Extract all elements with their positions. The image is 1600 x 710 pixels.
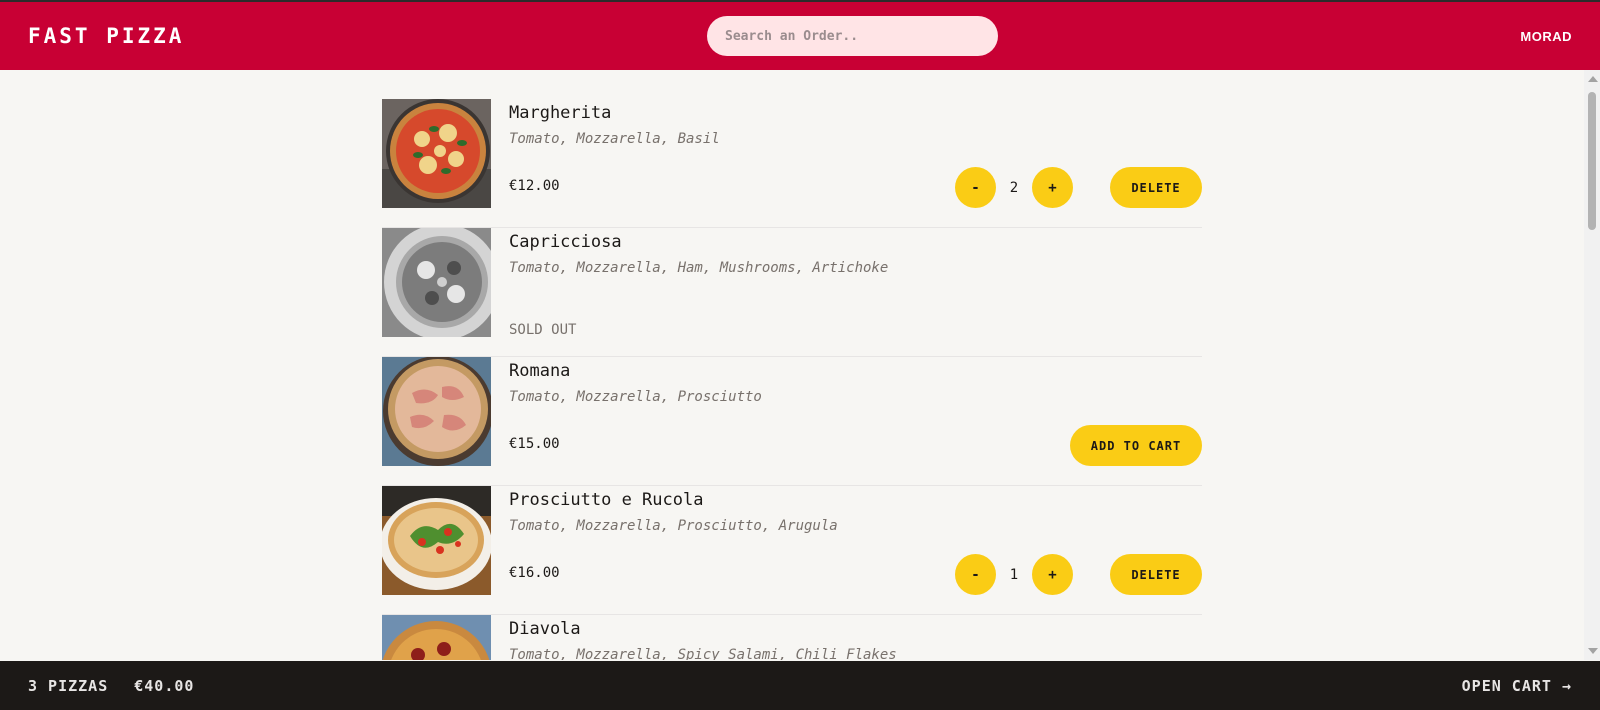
quantity-stepper: - 1 + xyxy=(955,554,1117,595)
menu-item: Capricciosa Tomato, Mozzarella, Ham, Mus… xyxy=(382,228,1202,357)
scroll-up-arrow-icon[interactable] xyxy=(1588,76,1598,82)
cart-pizza-count: 3 PIZZAS xyxy=(28,676,109,695)
pizza-price: €16.00 xyxy=(509,565,560,581)
menu-item: Margherita Tomato, Mozzarella, Basil €12… xyxy=(382,99,1202,228)
menu-item: Diavola Tomato, Mozzarella, Spicy Salami… xyxy=(382,615,1202,660)
pizza-price: €15.00 xyxy=(509,436,560,452)
quantity-stepper: - 2 + xyxy=(955,167,1117,208)
pizza-ingredients: Tomato, Mozzarella, Prosciutto xyxy=(509,389,762,405)
decrease-quantity-button[interactable]: - xyxy=(955,167,996,208)
cart-summary: 3 PIZZAS €40.00 xyxy=(28,677,194,695)
search-input[interactable] xyxy=(707,16,998,56)
pizza-name: Prosciutto e Rucola xyxy=(509,490,704,510)
pizza-ingredients: Tomato, Mozzarella, Prosciutto, Arugula xyxy=(509,518,838,534)
menu-item: Romana Tomato, Mozzarella, Prosciutto €1… xyxy=(382,357,1202,486)
decrease-quantity-button[interactable]: - xyxy=(955,554,996,595)
add-to-cart-button[interactable]: ADD TO CART xyxy=(1070,425,1202,466)
quantity-value: 1 xyxy=(1009,566,1019,583)
scrollbar-thumb[interactable] xyxy=(1588,92,1596,230)
pizza-ingredients: Tomato, Mozzarella, Ham, Mushrooms, Arti… xyxy=(509,260,889,276)
menu-item: Prosciutto e Rucola Tomato, Mozzarella, … xyxy=(382,486,1202,615)
username: MORAD xyxy=(1520,28,1572,44)
delete-button[interactable]: DELETE xyxy=(1110,554,1202,595)
pizza-image xyxy=(382,228,491,337)
pizza-name: Margherita xyxy=(509,103,612,123)
scrollbar[interactable] xyxy=(1584,70,1600,660)
pizza-name: Diavola xyxy=(509,619,581,639)
pizza-name: Capricciosa xyxy=(509,232,622,252)
pizza-ingredients: Tomato, Mozzarella, Basil xyxy=(509,131,720,147)
scroll-down-arrow-icon[interactable] xyxy=(1588,648,1598,654)
increase-quantity-button[interactable]: + xyxy=(1032,167,1073,208)
pizza-price: €12.00 xyxy=(509,178,560,194)
logo[interactable]: FAST PIZZA xyxy=(28,24,184,48)
sold-out-label: SOLD OUT xyxy=(509,322,577,338)
pizza-image xyxy=(382,99,491,208)
cart-overview-bar: 3 PIZZAS €40.00 OPEN CART → xyxy=(0,661,1600,710)
quantity-value: 2 xyxy=(1009,179,1019,196)
app-header: FAST PIZZA MORAD xyxy=(0,2,1600,70)
delete-button[interactable]: DELETE xyxy=(1110,167,1202,208)
pizza-name: Romana xyxy=(509,361,571,381)
cart-total-price: €40.00 xyxy=(134,676,195,695)
pizza-image xyxy=(382,486,491,595)
menu-list: Margherita Tomato, Mozzarella, Basil €12… xyxy=(382,99,1202,660)
menu-content: Margherita Tomato, Mozzarella, Basil €12… xyxy=(0,70,1584,660)
pizza-image xyxy=(382,357,491,466)
pizza-ingredients: Tomato, Mozzarella, Spicy Salami, Chili … xyxy=(509,647,897,660)
increase-quantity-button[interactable]: + xyxy=(1032,554,1073,595)
open-cart-link[interactable]: OPEN CART → xyxy=(1462,677,1572,695)
pizza-image xyxy=(382,615,491,660)
